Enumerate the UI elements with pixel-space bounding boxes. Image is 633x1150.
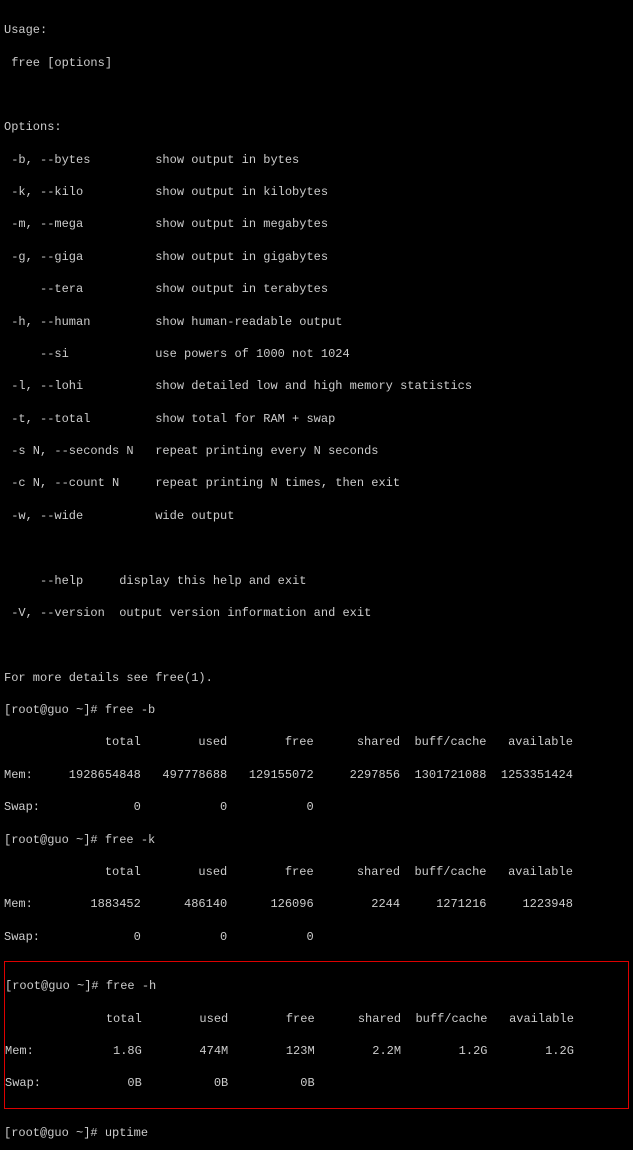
option-si: --si use powers of 1000 not 1024 (4, 346, 629, 362)
blank (4, 87, 629, 103)
free-k-swap: Swap: 0 0 0 (4, 929, 629, 945)
option-s: -s N, --seconds N repeat printing every … (4, 443, 629, 459)
usage-title: Usage: (4, 22, 629, 38)
option-l: -l, --lohi show detailed low and high me… (4, 378, 629, 394)
option-w: -w, --wide wide output (4, 508, 629, 524)
usage-line: free [options] (4, 55, 629, 71)
highlight-box: [root@guo ~]# free -h total used free sh… (4, 961, 629, 1109)
free-h-mem: Mem: 1.8G 474M 123M 2.2M 1.2G 1.2G (5, 1043, 628, 1059)
option-t: -t, --total show total for RAM + swap (4, 411, 629, 427)
option-version: -V, --version output version information… (4, 605, 629, 621)
free-k-mem: Mem: 1883452 486140 126096 2244 1271216 … (4, 896, 629, 912)
option-g: -g, --giga show output in gigabytes (4, 249, 629, 265)
table-header: total used free shared buff/cache availa… (4, 864, 629, 880)
option-tera: --tera show output in terabytes (4, 281, 629, 297)
table-header: total used free shared buff/cache availa… (5, 1011, 628, 1027)
table-header: total used free shared buff/cache availa… (4, 734, 629, 750)
options-title: Options: (4, 119, 629, 135)
prompt-free-h[interactable]: [root@guo ~]# free -h (5, 978, 628, 994)
blank (4, 540, 629, 556)
free-b-mem: Mem: 1928654848 497778688 129155072 2297… (4, 767, 629, 783)
blank (4, 637, 629, 653)
free-h-swap: Swap: 0B 0B 0B (5, 1075, 628, 1091)
option-b: -b, --bytes show output in bytes (4, 152, 629, 168)
prompt-free-k[interactable]: [root@guo ~]# free -k (4, 832, 629, 848)
option-k: -k, --kilo show output in kilobytes (4, 184, 629, 200)
free-b-swap: Swap: 0 0 0 (4, 799, 629, 815)
option-c: -c N, --count N repeat printing N times,… (4, 475, 629, 491)
option-m: -m, --mega show output in megabytes (4, 216, 629, 232)
option-h: -h, --human show human-readable output (4, 314, 629, 330)
prompt-free-b[interactable]: [root@guo ~]# free -b (4, 702, 629, 718)
prompt-uptime[interactable]: [root@guo ~]# uptime (4, 1125, 629, 1141)
details-line: For more details see free(1). (4, 670, 629, 686)
terminal-output: Usage: free [options] Options: -b, --byt… (0, 0, 633, 1150)
